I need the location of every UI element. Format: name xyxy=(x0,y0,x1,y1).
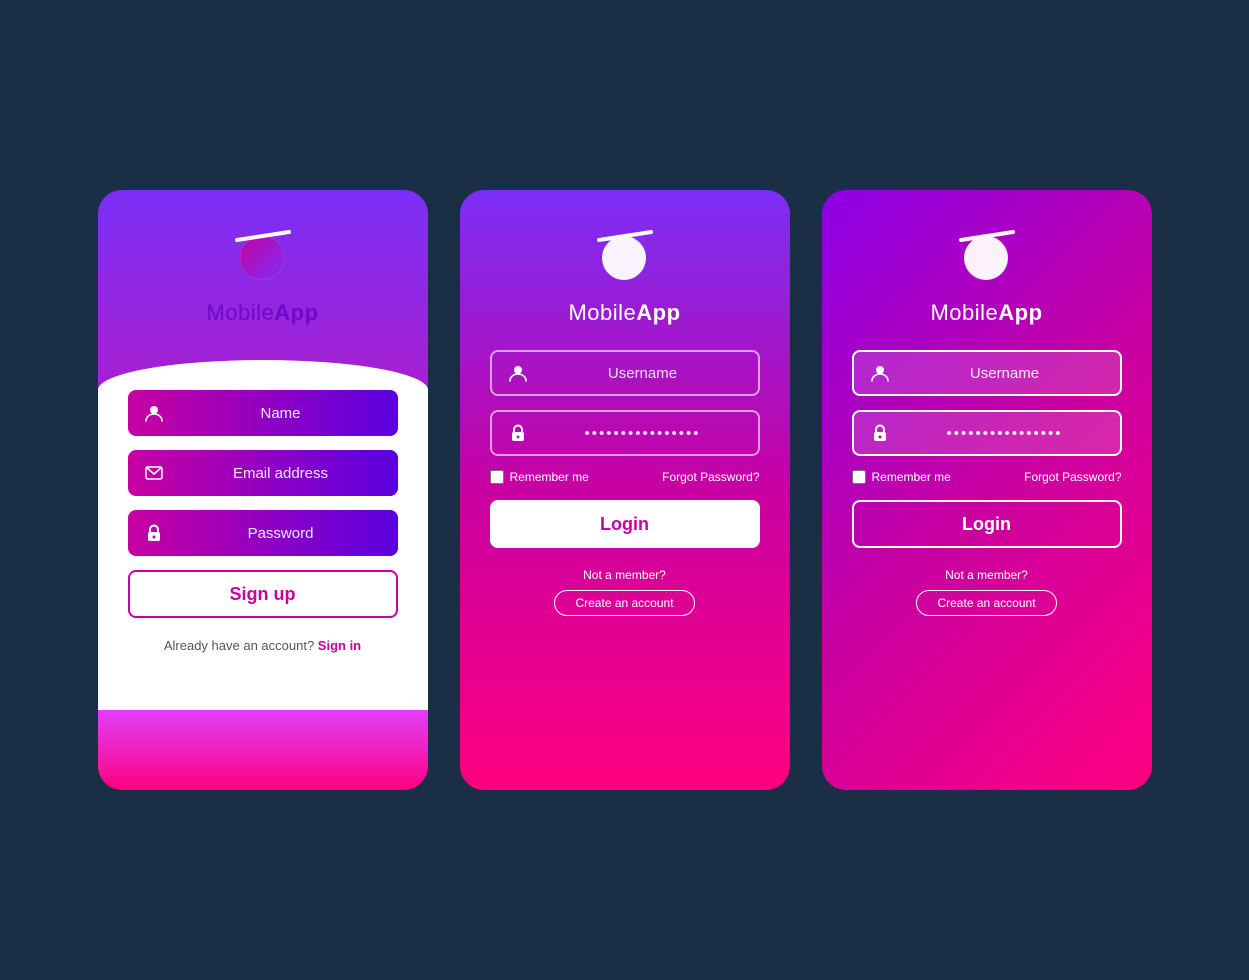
logo-area: MobileApp xyxy=(206,220,318,326)
username-input-wrapper-2 xyxy=(490,350,760,396)
already-account: Already have an account? Sign in xyxy=(164,638,361,653)
app-name-bold-2: App xyxy=(636,300,680,325)
card-top: MobileApp xyxy=(98,190,428,350)
app-name-2: MobileApp xyxy=(568,300,680,326)
login-button-3[interactable]: Login xyxy=(852,500,1122,548)
app-name-light-3: Mobile xyxy=(930,300,998,325)
email-input-wrapper xyxy=(128,450,398,496)
app-name-bold: App xyxy=(274,300,318,325)
white-area: Sign up Already have an account? Sign in xyxy=(98,360,428,710)
remember-row-2: Remember me Forgot Password? xyxy=(490,470,760,484)
app-name-bold-3: App xyxy=(998,300,1042,325)
username-input-wrapper-3 xyxy=(852,350,1122,396)
planet-icon xyxy=(227,220,297,290)
not-member-text-3: Not a member? xyxy=(945,568,1028,582)
planet-icon-2 xyxy=(589,220,659,290)
lock-icon-2 xyxy=(506,421,530,445)
not-member-section-3: Not a member? Create an account xyxy=(916,568,1056,616)
signup-button[interactable]: Sign up xyxy=(128,570,398,618)
forgot-password-link-2[interactable]: Forgot Password? xyxy=(662,470,759,484)
forgot-password-link-3[interactable]: Forgot Password? xyxy=(1024,470,1121,484)
remember-me-label-3[interactable]: Remember me xyxy=(852,470,951,484)
lock-icon xyxy=(142,521,166,545)
username-input-3[interactable] xyxy=(904,365,1106,382)
password-input-wrapper xyxy=(128,510,398,556)
remember-text-2: Remember me xyxy=(510,470,589,484)
remember-checkbox-2[interactable] xyxy=(490,470,504,484)
password-input-wrapper-2 xyxy=(490,410,760,456)
email-input[interactable] xyxy=(178,465,384,482)
password-input[interactable] xyxy=(178,525,384,542)
name-input-wrapper xyxy=(128,390,398,436)
lock-icon-3 xyxy=(868,421,892,445)
footer-text: Already have an account? xyxy=(164,638,314,653)
username-input-2[interactable] xyxy=(542,365,744,382)
app-name-light: Mobile xyxy=(206,300,274,325)
logo-area-2: MobileApp xyxy=(568,220,680,326)
name-input[interactable] xyxy=(178,405,384,422)
password-input-2[interactable] xyxy=(542,425,744,442)
create-account-button-2[interactable]: Create an account xyxy=(554,590,694,616)
remember-checkbox-3[interactable] xyxy=(852,470,866,484)
user-icon-2 xyxy=(506,361,530,385)
not-member-text-2: Not a member? xyxy=(583,568,666,582)
card-bottom-decoration xyxy=(98,710,428,790)
user-icon-3 xyxy=(868,361,892,385)
app-name-light-2: Mobile xyxy=(568,300,636,325)
signup-card: MobileApp xyxy=(98,190,428,790)
signin-link[interactable]: Sign in xyxy=(318,638,361,653)
remember-me-label-2[interactable]: Remember me xyxy=(490,470,589,484)
app-name: MobileApp xyxy=(206,300,318,326)
app-name-3: MobileApp xyxy=(930,300,1042,326)
not-member-section-2: Not a member? Create an account xyxy=(554,568,694,616)
create-account-button-3[interactable]: Create an account xyxy=(916,590,1056,616)
login-button-2[interactable]: Login xyxy=(490,500,760,548)
login-card-2: MobileApp Remember me Forgot Passwo xyxy=(822,190,1152,790)
logo-area-3: MobileApp xyxy=(930,220,1042,326)
password-input-wrapper-3 xyxy=(852,410,1122,456)
user-icon xyxy=(142,401,166,425)
password-input-3[interactable] xyxy=(904,425,1106,442)
email-icon xyxy=(142,461,166,485)
remember-row-3: Remember me Forgot Password? xyxy=(852,470,1122,484)
remember-text-3: Remember me xyxy=(872,470,951,484)
planet-icon-3 xyxy=(951,220,1021,290)
login-card-1: MobileApp Remember me Forgot Passwo xyxy=(460,190,790,790)
